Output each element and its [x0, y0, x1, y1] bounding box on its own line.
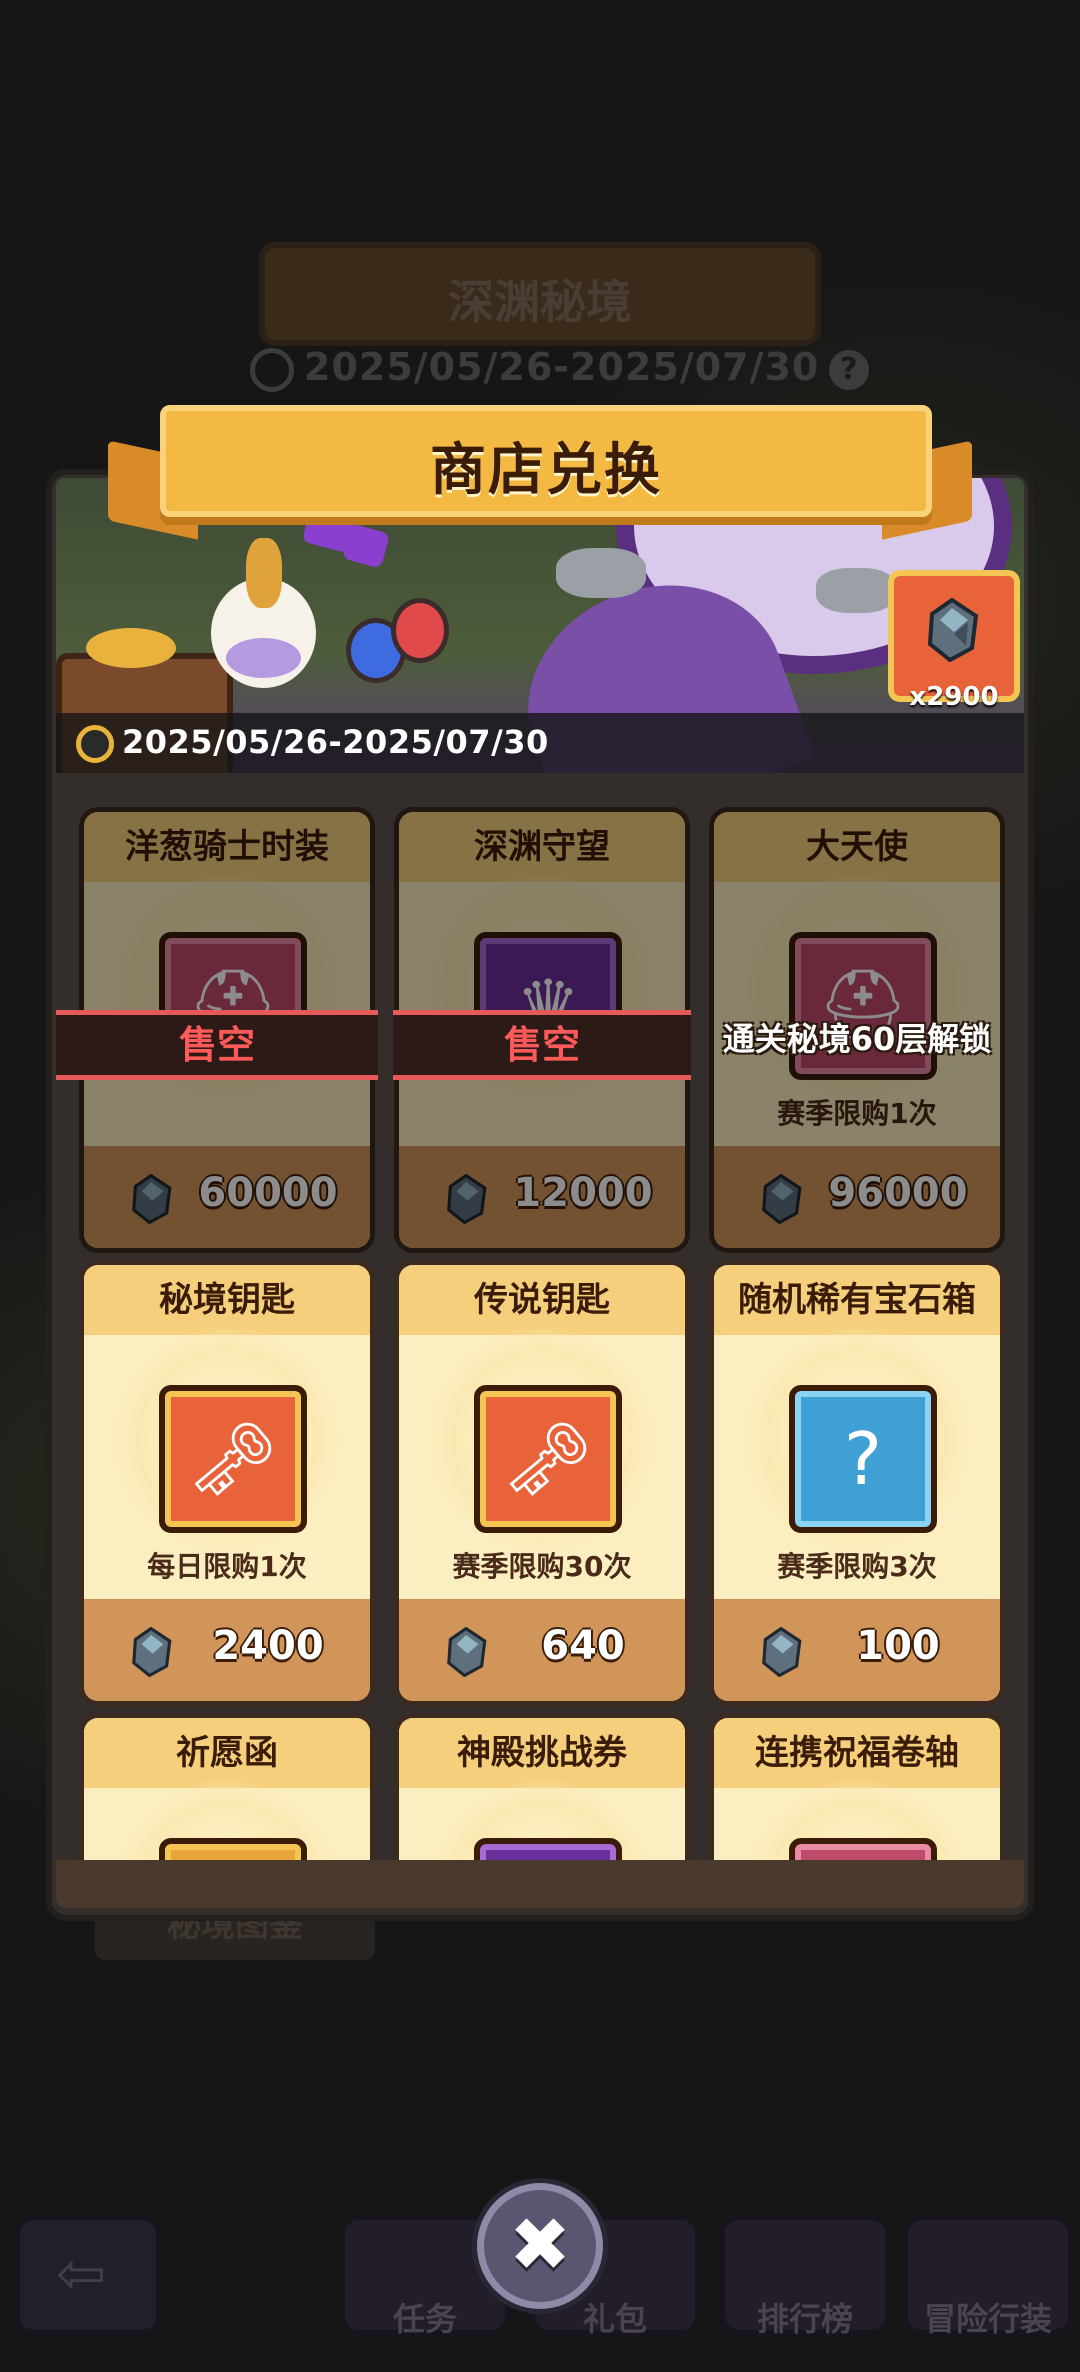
- back-arrow-icon: ⇦: [56, 2239, 107, 2309]
- item-price: 60000: [198, 1170, 338, 1216]
- item-grid[interactable]: 洋葱骑士时装 ⛑ 60000 售空 深渊守望 ♛ 12000 售空 大天使 ⛑ …: [56, 790, 1024, 1860]
- abyss-stone-icon: [762, 1627, 802, 1677]
- item-card[interactable]: 秘境钥匙 🗝 每日限购1次 2400: [84, 1265, 370, 1701]
- realm-key-icon: 🗝: [159, 1385, 307, 1533]
- item-card[interactable]: 神殿挑战券: [399, 1718, 685, 1860]
- nav-tasks-label: 任务: [392, 2300, 457, 2338]
- item-price: 2400: [212, 1623, 324, 1669]
- unlock-condition: 通关秘境60层解锁: [722, 1020, 992, 1058]
- coins-graphic: [86, 628, 176, 668]
- back-button: ⇦: [20, 2220, 156, 2330]
- nav-adventure: 冒险行装: [908, 2220, 1068, 2338]
- close-icon: ✖: [508, 2202, 571, 2288]
- merchant-genie-graphic: [206, 538, 321, 698]
- item-price: 100: [856, 1623, 940, 1669]
- price-bar: 12000: [399, 1146, 685, 1248]
- shop-dates: 2025/05/26-2025/07/30: [122, 723, 549, 761]
- shop-scene-illustration: 2025/05/26-2025/07/30: [56, 478, 1024, 773]
- item-card[interactable]: 传说钥匙 🗝 赛季限购30次 640: [399, 1265, 685, 1701]
- price-bar: 60000: [84, 1146, 370, 1248]
- nav-tasks: 任务: [345, 2220, 505, 2338]
- blessing-scroll-icon: [789, 1838, 937, 1860]
- event-banner: 深渊秘境: [265, 248, 815, 340]
- price-bar: 96000: [714, 1146, 1000, 1248]
- close-button[interactable]: ✖: [484, 2190, 596, 2302]
- purchase-limit: 每日限购1次: [147, 1550, 307, 1583]
- purchase-limit: 赛季限购3次: [777, 1550, 937, 1583]
- price-bar: 100: [714, 1599, 1000, 1701]
- red-potion-graphic: [391, 598, 449, 663]
- stopwatch-icon: [76, 725, 114, 763]
- rock-graphic: [556, 548, 646, 598]
- item-price: 96000: [828, 1170, 968, 1216]
- shop-title: 商店兑换: [430, 438, 662, 503]
- event-title: 深渊秘境: [448, 275, 632, 329]
- shop-time-bar: 2025/05/26-2025/07/30: [56, 713, 1024, 773]
- shop-header: 商店兑换: [160, 405, 932, 517]
- price-bar: 640: [399, 1599, 685, 1701]
- abyss-stone-icon: [132, 1627, 172, 1677]
- nav-ranking: 排行榜: [725, 2220, 885, 2338]
- event-date-row: 2025/05/26-2025/07/30?: [250, 345, 870, 392]
- sold-out-banner: 售空: [56, 1010, 378, 1080]
- abyss-stone-icon: [447, 1627, 487, 1677]
- item-card[interactable]: 祈愿函: [84, 1718, 370, 1860]
- nav-ranking-label: 排行榜: [756, 2300, 853, 2338]
- legend-key-icon: 🗝: [474, 1385, 622, 1533]
- abyss-stone-icon: [927, 598, 979, 662]
- purchase-limit: 赛季限购1次: [777, 1097, 937, 1130]
- abyss-stone-icon: [132, 1174, 172, 1224]
- clock-icon: [250, 347, 294, 392]
- event-dates: 2025/05/26-2025/07/30: [304, 345, 820, 389]
- abyss-stone-icon: [447, 1174, 487, 1224]
- rock-graphic: [816, 568, 896, 613]
- purchase-limit: 赛季限购30次: [452, 1550, 632, 1583]
- currency-display[interactable]: x2900: [888, 570, 1020, 712]
- wish-letter-icon: [159, 1838, 307, 1860]
- gem-chest-icon: ?: [789, 1385, 937, 1533]
- item-card[interactable]: 随机稀有宝石箱 ? 赛季限购3次 100: [714, 1265, 1000, 1701]
- panel-footer: [56, 1860, 1024, 1908]
- temple-ticket-icon: [474, 1838, 622, 1860]
- abyss-stone-icon: [762, 1174, 802, 1224]
- item-card[interactable]: 连携祝福卷轴: [714, 1718, 1000, 1860]
- question-icon[interactable]: ?: [829, 349, 870, 390]
- sold-out-banner: 售空: [393, 1010, 691, 1080]
- item-price: 640: [541, 1623, 625, 1669]
- nav-adventure-label: 冒险行装: [923, 2300, 1052, 2338]
- price-bar: 2400: [84, 1599, 370, 1701]
- gem-graphic: [342, 523, 390, 569]
- currency-amount: x2900: [909, 682, 999, 712]
- item-price: 12000: [513, 1170, 653, 1216]
